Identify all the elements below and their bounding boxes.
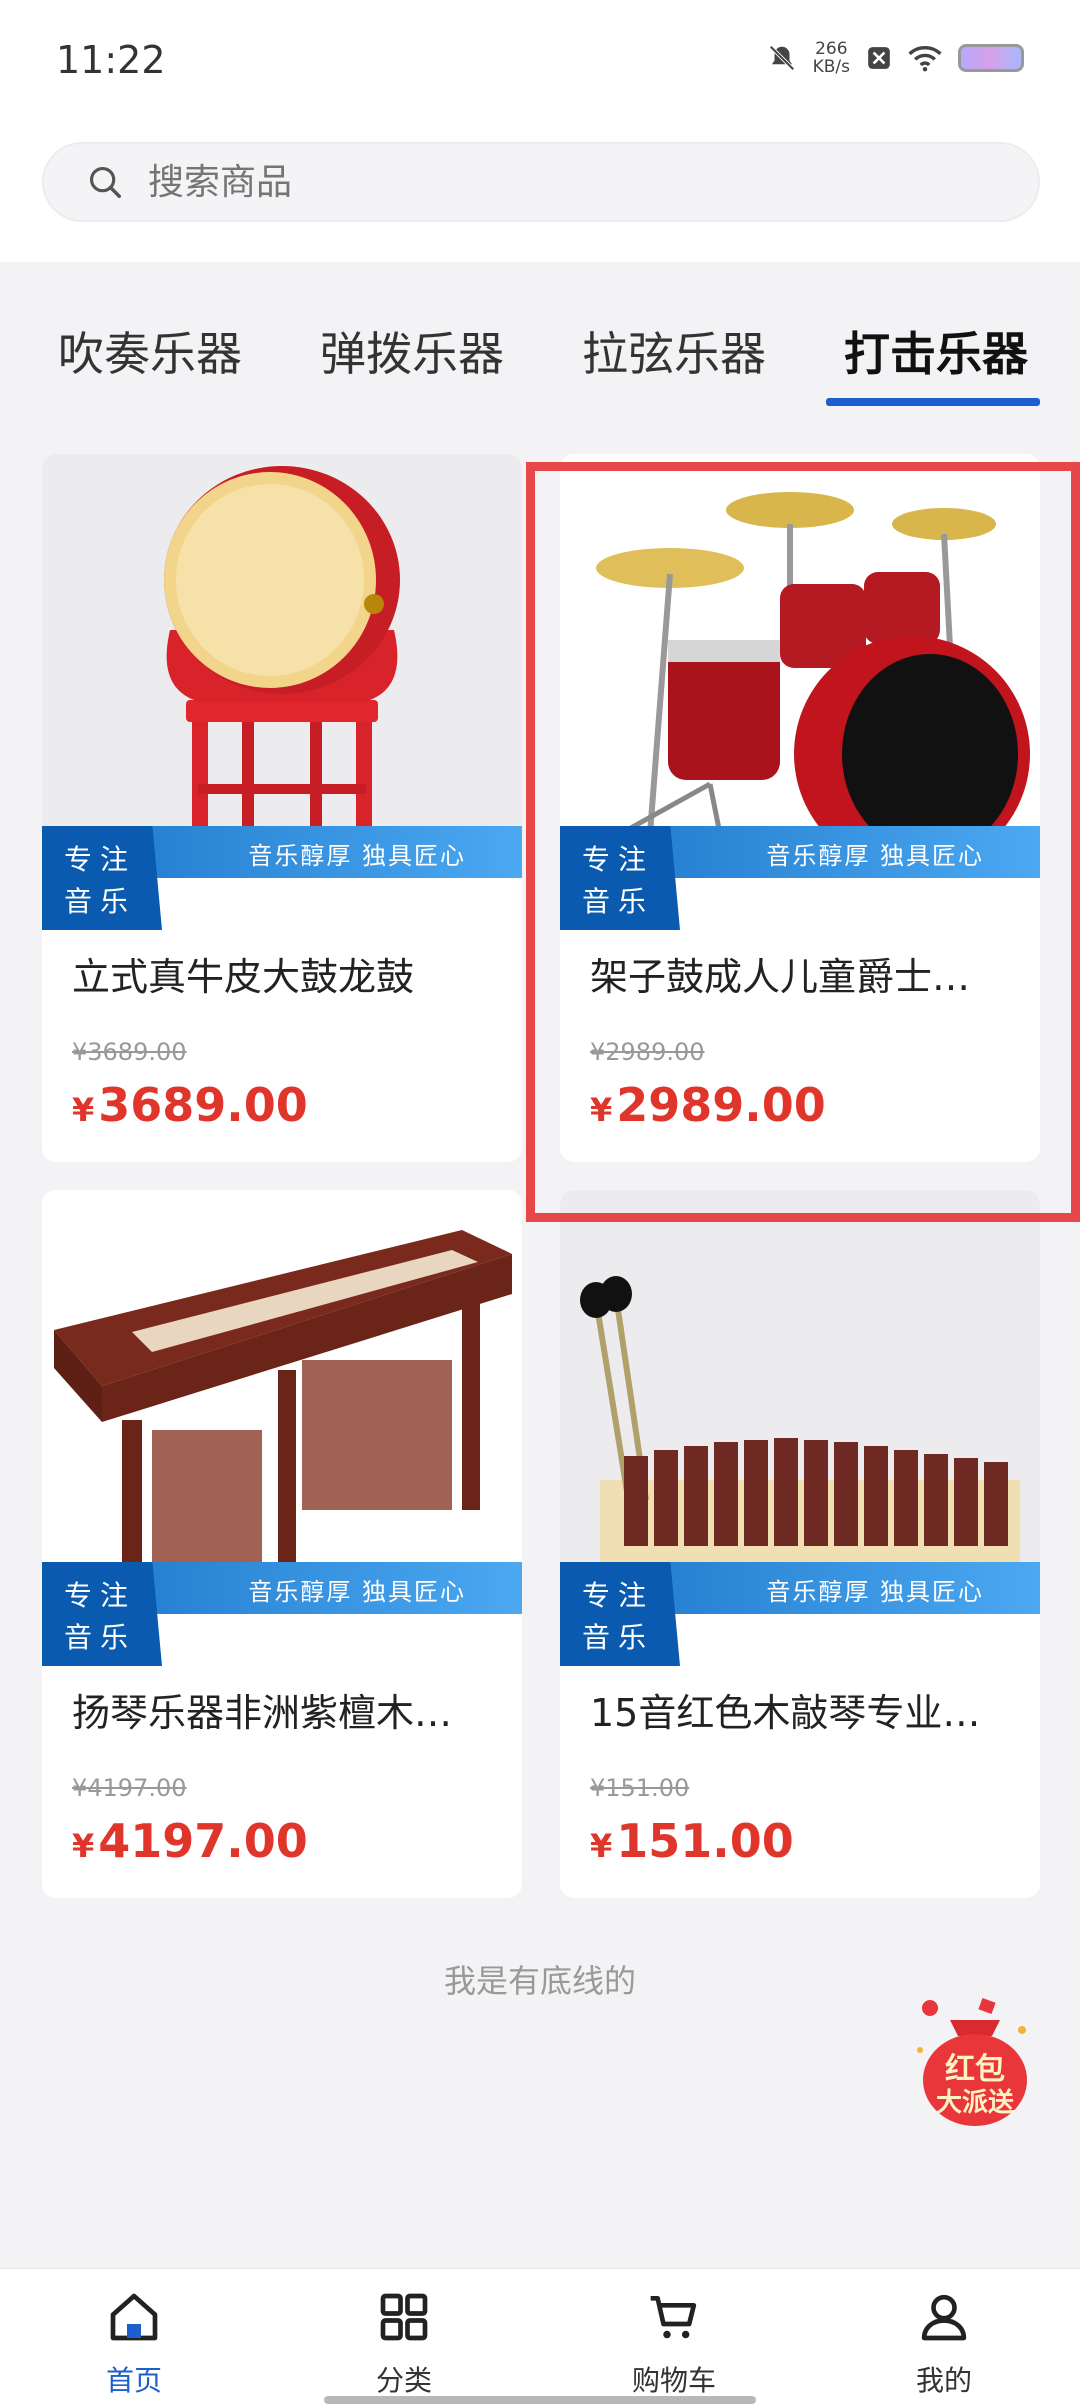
speed-unit: KB/s xyxy=(812,57,850,77)
tab-plucked-instruments[interactable]: 弹拨乐器 xyxy=(320,318,504,384)
network-speed: 266 KB/s xyxy=(813,40,850,76)
user-icon xyxy=(921,2294,967,2341)
original-price: ¥151.00 xyxy=(590,1774,690,1802)
price-value: 4197.00 xyxy=(98,1814,308,1868)
product-title: 扬琴乐器非洲紫檀木… xyxy=(72,1691,453,1735)
red-packet-button[interactable]: 红包 大派送 xyxy=(910,1990,1040,2130)
nav-cart-label: 购物车 xyxy=(631,2364,716,2397)
product-card[interactable]: 音乐醇厚 独具匠心 专注 音乐 15音红色木敲琴专业… ¥151.00 ¥151… xyxy=(560,1190,1040,1898)
price-value: 3689.00 xyxy=(98,1078,308,1132)
sim-blocked-icon xyxy=(868,47,890,69)
status-icons: 266 KB/s xyxy=(767,40,1024,76)
battery-icon xyxy=(958,44,1024,72)
status-bar: 11:22 266 KB/s xyxy=(0,0,1080,130)
price-value: 151.00 xyxy=(616,1814,794,1868)
active-tab-indicator xyxy=(826,398,1040,406)
nav-profile-label: 我的 xyxy=(915,2364,972,2397)
search-area xyxy=(0,130,1080,262)
current-price: ¥3689.00 xyxy=(72,1078,308,1132)
product-title: 立式真牛皮大鼓龙鼓 xyxy=(72,955,415,999)
product-image xyxy=(42,1190,522,1602)
tab-bowed-instruments[interactable]: 拉弦乐器 xyxy=(582,318,766,384)
nav-category[interactable]: 分类 xyxy=(344,2289,464,2399)
product-image xyxy=(42,454,522,866)
bottom-navigation: 首页 分类 购物车 我的 xyxy=(0,2268,1080,2408)
search-input[interactable] xyxy=(148,161,948,203)
promo-badge: 专注 音乐 xyxy=(560,1562,680,1666)
wifi-icon xyxy=(908,46,942,72)
badge-line1: 专注 xyxy=(582,1579,655,1612)
ribbon-slogan: 音乐醇厚 独具匠心 xyxy=(766,1578,984,1606)
current-price: ¥151.00 xyxy=(590,1814,794,1868)
search-icon xyxy=(89,166,121,198)
search-bar[interactable] xyxy=(42,142,1040,222)
promo-badge: 专注 音乐 xyxy=(42,1562,162,1666)
product-title: 15音红色木敲琴专业… xyxy=(590,1691,981,1735)
selection-highlight xyxy=(526,462,1080,1222)
speed-value: 266 xyxy=(815,39,848,59)
nav-cart[interactable]: 购物车 xyxy=(614,2289,734,2399)
badge-line2: 音乐 xyxy=(64,885,137,918)
badge-line1: 专注 xyxy=(64,843,137,876)
current-price: ¥4197.00 xyxy=(72,1814,308,1868)
currency-symbol: ¥ xyxy=(72,1827,95,1865)
currency-symbol: ¥ xyxy=(72,1091,95,1129)
drum-illustration xyxy=(164,466,400,844)
product-image xyxy=(560,1190,1040,1602)
nav-home-label: 首页 xyxy=(105,2364,162,2397)
product-card[interactable]: 音乐醇厚 独具匠心 专注 音乐 立式真牛皮大鼓龙鼓 ¥3689.00 ¥3689… xyxy=(42,454,522,1162)
ribbon-slogan: 音乐醇厚 独具匠心 xyxy=(248,1578,466,1606)
original-price: ¥3689.00 xyxy=(72,1038,187,1066)
nav-home[interactable]: 首页 xyxy=(74,2289,194,2399)
cart-icon xyxy=(650,2296,697,2339)
promo-badge: 专注 音乐 xyxy=(42,826,162,930)
badge-line2: 音乐 xyxy=(64,1621,137,1654)
ribbon-slogan: 音乐醇厚 独具匠心 xyxy=(248,842,466,870)
category-tabs: 吹奏乐器 弹拨乐器 拉弦乐器 打击乐器 xyxy=(0,318,1080,418)
yangqin-illustration xyxy=(54,1230,512,1590)
status-time: 11:22 xyxy=(56,38,166,82)
original-price: ¥4197.00 xyxy=(72,1774,187,1802)
tab-percussion-instruments[interactable]: 打击乐器 xyxy=(844,318,1028,384)
mute-bell-icon xyxy=(769,45,795,71)
grid-icon xyxy=(380,2293,428,2341)
product-card[interactable]: 音乐醇厚 独具匠心 专注 音乐 扬琴乐器非洲紫檀木… ¥4197.00 ¥419… xyxy=(42,1190,522,1898)
currency-symbol: ¥ xyxy=(590,1827,613,1865)
badge-line1: 专注 xyxy=(64,1579,137,1612)
red-packet-line2: 大派送 xyxy=(935,2088,1014,2118)
tab-wind-instruments[interactable]: 吹奏乐器 xyxy=(58,318,242,384)
badge-line2: 音乐 xyxy=(582,1621,655,1654)
home-icon xyxy=(110,2293,158,2341)
xylophone-illustration xyxy=(580,1276,1020,1570)
gesture-home-bar[interactable] xyxy=(324,2396,756,2404)
nav-category-label: 分类 xyxy=(375,2364,432,2397)
nav-profile[interactable]: 我的 xyxy=(884,2289,1004,2399)
